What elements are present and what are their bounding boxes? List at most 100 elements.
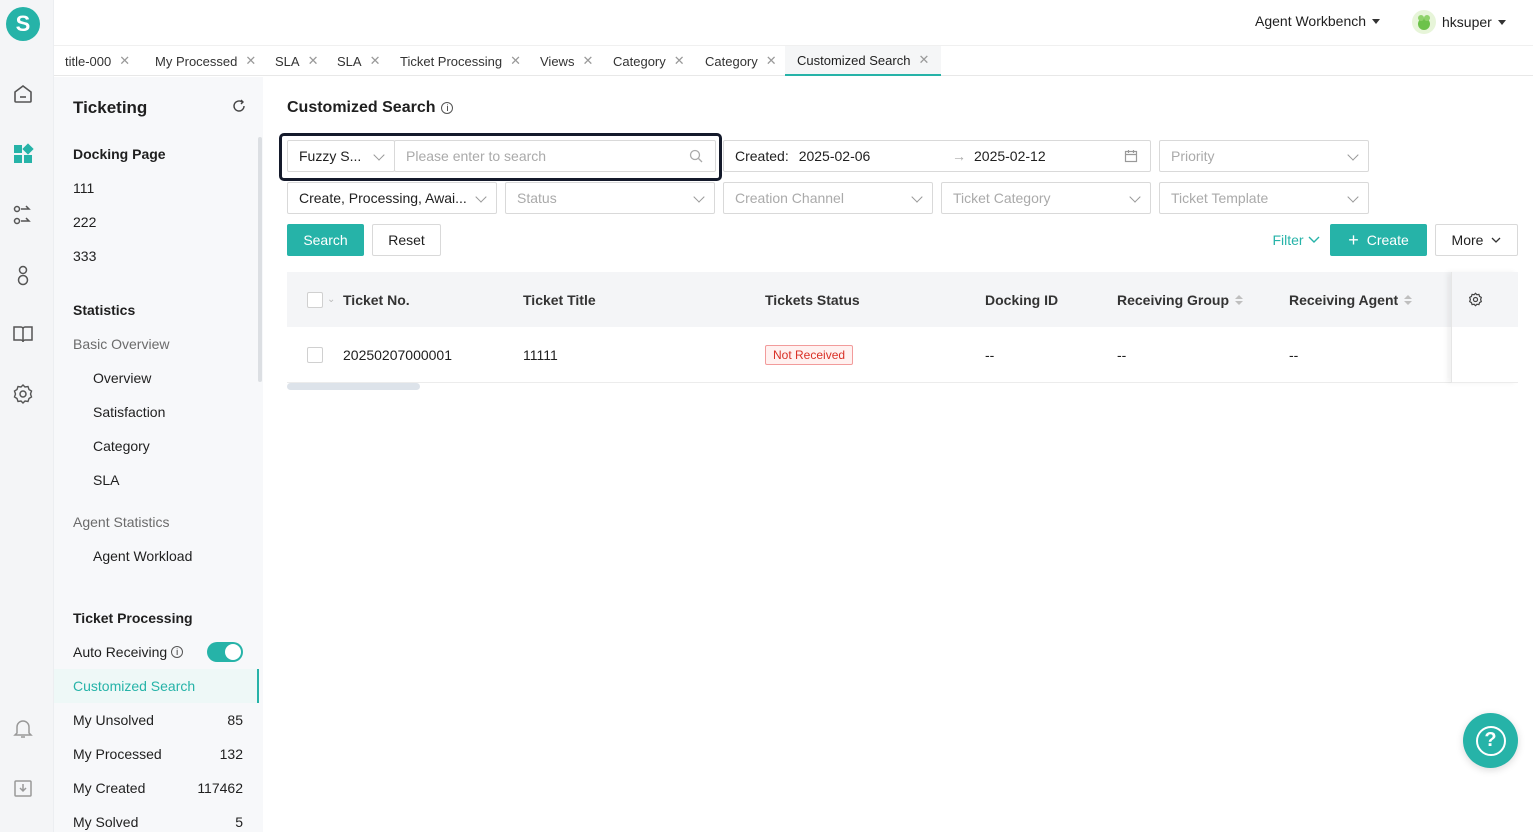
chevron-down-icon (373, 149, 385, 161)
search-button[interactable]: Search (287, 224, 364, 256)
close-icon[interactable]: ✕ (119, 53, 130, 69)
more-button[interactable]: More (1435, 224, 1518, 256)
close-icon[interactable]: ✕ (918, 52, 929, 68)
date-start[interactable]: 2025-02-06 (799, 148, 871, 164)
workbench-switcher[interactable]: Agent Workbench (1255, 13, 1381, 29)
create-label: Create (1366, 232, 1409, 248)
tab-label: Customized Search (797, 52, 911, 68)
tab-category[interactable]: Category ✕ (613, 46, 685, 76)
user-menu[interactable]: hksuper (1412, 10, 1506, 34)
tab-my-processed[interactable]: My Processed ✕ (155, 46, 256, 76)
sort-icon[interactable] (1235, 294, 1244, 305)
refresh-icon[interactable] (232, 99, 246, 116)
info-icon[interactable]: i (171, 646, 184, 658)
sort-icon[interactable] (1404, 294, 1413, 305)
close-icon[interactable]: ✕ (370, 53, 381, 69)
sidebar-item-sla[interactable]: SLA (93, 472, 119, 488)
sidebar-item-agent-workload[interactable]: Agent Workload (93, 548, 192, 564)
fixed-settings-column (1451, 272, 1518, 383)
cell-ticket-title: 11111 (523, 346, 558, 363)
search-type-value: Fuzzy S... (299, 148, 362, 164)
home-icon[interactable] (11, 82, 35, 106)
creation-channel-select[interactable]: Creation Channel (723, 182, 933, 214)
column-receiving-agent[interactable]: Receiving Agent (1289, 272, 1413, 327)
filter-button[interactable]: Filter (1266, 224, 1326, 256)
table-row[interactable]: 20250207000001 11111 Not Received -- -- … (287, 327, 1518, 383)
app-logo[interactable]: S (6, 7, 40, 41)
ticket-category-select[interactable]: Ticket Category (941, 182, 1151, 214)
auto-receiving-toggle[interactable] (207, 642, 243, 662)
cell-receiving-agent: -- (1289, 346, 1299, 363)
sidebar-item-customized-search[interactable]: Customized Search (54, 669, 259, 703)
search-type-select[interactable]: Fuzzy S... (287, 140, 395, 172)
count-badge: 132 (219, 746, 243, 762)
ticket-template-placeholder: Ticket Template (1171, 190, 1269, 206)
close-icon[interactable]: ✕ (582, 53, 593, 69)
cell-ticket-no[interactable]: 20250207000001 (343, 327, 452, 382)
chevron-down-icon[interactable]: ⌄ (327, 294, 335, 305)
tab-bar: title-000 ✕ My Processed ✕ SLA ✕ SLA ✕ Ticke… (54, 45, 1533, 76)
agent-statistics-group: Agent Statistics (73, 514, 170, 530)
sidebar-item-my-unsolved[interactable]: My Unsolved 85 (73, 712, 243, 728)
book-icon[interactable] (11, 322, 35, 346)
sidebar-item-label: My Unsolved (73, 712, 154, 728)
sidebar-item-my-processed[interactable]: My Processed 132 (73, 746, 243, 762)
table-header: ⌄ Ticket No. Ticket Title Tickets Status… (287, 272, 1518, 327)
tab-sla-2[interactable]: SLA ✕ (337, 46, 380, 76)
username: hksuper (1442, 14, 1492, 30)
column-receiving-group[interactable]: Receiving Group (1117, 272, 1244, 327)
info-icon[interactable]: i (441, 102, 454, 114)
reset-button[interactable]: Reset (372, 224, 441, 256)
row-checkbox[interactable] (307, 327, 323, 382)
close-icon[interactable]: ✕ (245, 53, 256, 69)
cell-docking-id: -- (985, 346, 995, 363)
tab-title-000[interactable]: title-000 ✕ (65, 46, 130, 76)
sidebar-item-category[interactable]: Category (93, 438, 150, 454)
tab-ticket-processing[interactable]: Ticket Processing ✕ (400, 46, 521, 76)
priority-select[interactable]: Priority (1159, 140, 1369, 172)
cell-receiving-group: -- (1117, 346, 1127, 363)
download-icon[interactable] (11, 776, 35, 800)
sidebar-item-my-solved[interactable]: My Solved 5 (73, 814, 243, 830)
help-button[interactable]: ? (1463, 713, 1518, 768)
search-input[interactable]: Please enter to search (394, 140, 716, 172)
routing-icon[interactable] (11, 203, 35, 227)
tab-views[interactable]: Views ✕ (540, 46, 593, 76)
sidebar-item-label: My Solved (73, 814, 139, 830)
sidebar-scrollbar[interactable] (258, 137, 262, 382)
sidebar-item-satisfaction[interactable]: Satisfaction (93, 404, 165, 420)
status-select[interactable]: Status (505, 182, 715, 214)
created-date-range[interactable]: Created: 2025-02-06 → 2025-02-12 (723, 140, 1151, 172)
users-icon[interactable] (11, 263, 35, 287)
sidebar-item-overview[interactable]: Overview (93, 370, 151, 386)
dashboard-icon[interactable] (11, 142, 35, 166)
table-horizontal-scrollbar[interactable] (287, 383, 420, 390)
tab-label: My Processed (155, 53, 238, 69)
count-badge: 5 (235, 814, 243, 830)
calendar-icon[interactable] (1124, 149, 1138, 166)
tab-customized-search[interactable]: Customized Search ✕ (785, 46, 942, 76)
search-icon[interactable] (689, 149, 703, 166)
bell-icon[interactable] (11, 716, 35, 740)
ticket-category-placeholder: Ticket Category (953, 190, 1051, 206)
settings-gear-icon[interactable] (11, 382, 35, 406)
sidebar-item-my-created[interactable]: My Created 117462 (73, 780, 243, 796)
tab-label: SLA (275, 53, 300, 69)
sidebar-item-111[interactable]: 111 (73, 180, 94, 196)
close-icon[interactable]: ✕ (674, 53, 685, 69)
sidebar-item-label: My Processed (73, 746, 162, 762)
more-label: More (1451, 232, 1484, 248)
sidebar-item-222[interactable]: 222 (73, 214, 96, 230)
tab-sla[interactable]: SLA ✕ (275, 46, 318, 76)
status-placeholder: Status (517, 190, 557, 206)
ticket-template-select[interactable]: Ticket Template (1159, 182, 1369, 214)
close-icon[interactable]: ✕ (308, 53, 319, 69)
sidebar-item-333[interactable]: 333 (73, 248, 96, 264)
create-button[interactable]: + Create (1330, 224, 1427, 256)
status-group-select[interactable]: Create, Processing, Awai... (287, 182, 497, 214)
select-all-checkbox[interactable]: ⌄ (307, 272, 335, 327)
tab-category-2[interactable]: Category ✕ (705, 46, 777, 76)
close-icon[interactable]: ✕ (510, 53, 521, 69)
date-end[interactable]: 2025-02-12 (974, 148, 1046, 164)
close-icon[interactable]: ✕ (766, 53, 777, 69)
